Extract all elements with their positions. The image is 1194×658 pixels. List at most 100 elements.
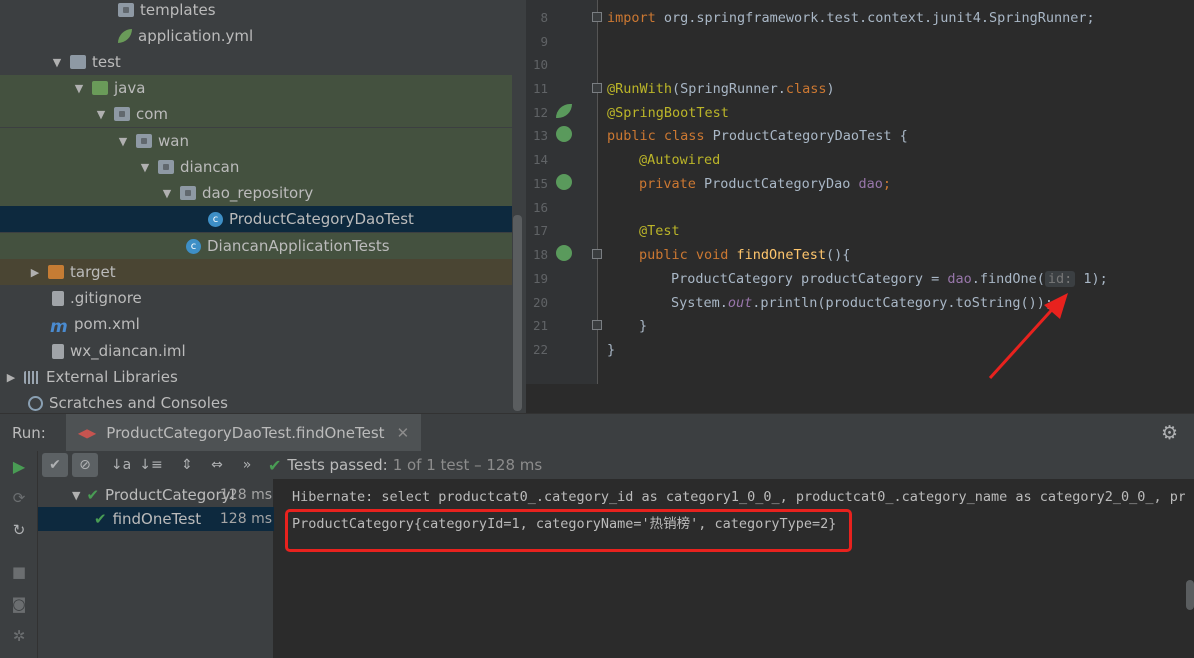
code-token: public class — [607, 128, 705, 144]
expand-arrow-icon[interactable]: ▼ — [94, 108, 108, 121]
project-tree: templates application.yml ▼ test ▼ java ▼ c… — [0, 0, 526, 413]
code-line-8: import org.springframework.test.context.… — [607, 10, 1095, 26]
module-file-icon — [52, 343, 64, 359]
gear-icon[interactable]: ⚙ — [1161, 422, 1178, 444]
collapse-arrow-icon[interactable]: ▶ — [4, 371, 18, 384]
fold-marker-icon[interactable] — [592, 12, 602, 22]
red-annotation-box — [285, 509, 852, 552]
expand-arrow-icon[interactable]: ▼ — [138, 161, 152, 174]
toggle-autotest-icon[interactable]: ↻ — [10, 521, 28, 539]
collapse-all-icon[interactable]: ⇔ — [204, 453, 230, 477]
show-ignored-icon[interactable]: ⊘ — [72, 453, 98, 477]
code-token: dao — [858, 176, 883, 192]
code-line-12: @SpringBootTest — [607, 105, 729, 121]
code-token: (){ — [825, 247, 851, 263]
tree-item-target[interactable]: ▶ target — [0, 259, 512, 285]
line-number: 18 — [532, 247, 548, 262]
test-name: ProductCategoryI — [105, 486, 235, 504]
line-number: 22 — [532, 342, 548, 357]
file-icon — [52, 290, 64, 306]
expand-arrow-icon[interactable]: ▼ — [160, 187, 174, 200]
code-editor[interactable]: 8 9 10 11 12 13 14 15 16 17 18 19 20 21 … — [526, 0, 1194, 413]
sort-duration-icon[interactable]: ↓≡ — [138, 453, 164, 477]
run-tab[interactable]: ◀▶ ProductCategoryDaoTest.findOneTest ✕ — [65, 413, 422, 452]
tree-item-external-libraries[interactable]: ▶ External Libraries — [0, 364, 512, 390]
line-number: 19 — [532, 271, 548, 286]
navigate-bean-icon[interactable] — [556, 174, 572, 190]
test-source-folder-icon — [92, 81, 108, 95]
expand-arrow-icon[interactable]: ▼ — [72, 82, 86, 95]
tree-item-productcategorydaotest[interactable]: c ProductCategoryDaoTest — [0, 206, 512, 232]
test-node-method[interactable]: ✔ findOneTest 128 ms — [38, 507, 274, 531]
check-icon: ✔ — [94, 510, 107, 528]
close-icon[interactable]: ✕ — [397, 424, 410, 442]
run-side-toolbar: ▶ ⟳ ↻ ■ ◙ ✲ — [0, 451, 38, 658]
more-icon[interactable]: » — [234, 453, 260, 477]
console-scrollbar[interactable] — [1186, 580, 1194, 610]
tree-scrollbar[interactable] — [513, 215, 522, 411]
test-config-icon: ◀▶ — [77, 425, 97, 440]
tree-item-gitignore[interactable]: .gitignore — [0, 285, 512, 311]
line-number: 17 — [532, 223, 548, 238]
tree-item-templates[interactable]: templates — [0, 0, 512, 23]
tree-item-diancanapplicationtests[interactable]: c DiancanApplicationTests — [0, 233, 512, 259]
console-line: Hibernate: select productcat0_.category_… — [292, 489, 1185, 505]
tree-item-com[interactable]: ▼ com — [0, 101, 512, 127]
camera-icon[interactable]: ◙ — [10, 595, 28, 613]
test-results-tree: ▼ ✔ ProductCategoryI 128 ms ✔ findOneTes… — [38, 479, 274, 658]
code-token: public void — [639, 247, 729, 263]
fold-marker-icon[interactable] — [592, 320, 602, 330]
package-icon — [180, 186, 196, 200]
collapse-arrow-icon[interactable]: ▶ — [28, 266, 42, 279]
code-token: out — [727, 295, 753, 311]
code-token: } — [639, 318, 648, 334]
package-icon — [114, 107, 130, 121]
java-class-icon: c — [186, 238, 201, 254]
tree-item-wx-diancan-iml[interactable]: wx_diancan.iml — [0, 338, 512, 364]
sort-alpha-icon[interactable]: ↓a — [108, 453, 134, 477]
fold-marker-icon[interactable] — [592, 83, 602, 93]
code-line-19: ProductCategory productCategory = dao.fi… — [607, 271, 1108, 287]
tree-item-diancan[interactable]: ▼ diancan — [0, 154, 512, 180]
test-node-class[interactable]: ▼ ✔ ProductCategoryI 128 ms — [38, 483, 274, 507]
code-token: import — [607, 10, 656, 26]
folder-icon — [118, 3, 134, 17]
line-number: 15 — [532, 176, 548, 191]
check-icon: ✔ — [86, 486, 100, 504]
code-token: dao — [947, 271, 972, 287]
tree-item-java[interactable]: ▼ java — [0, 75, 512, 101]
tree-item-wan[interactable]: ▼ wan — [0, 128, 512, 154]
run-test-class-icon[interactable] — [556, 126, 572, 142]
stop-icon[interactable]: ■ — [10, 563, 28, 581]
check-icon: ✔ — [268, 455, 282, 475]
test-time: 128 ms — [219, 487, 272, 503]
tree-item-dao-repository[interactable]: ▼ dao_repository — [0, 180, 512, 206]
tree-item-pom-xml[interactable]: m pom.xml — [0, 311, 512, 337]
code-token: ProductCategoryDao — [695, 176, 859, 192]
tree-item-test[interactable]: ▼ test — [0, 49, 512, 75]
code-token: @RunWith — [607, 81, 673, 97]
settings-icon[interactable]: ✲ — [10, 627, 28, 645]
rerun-icon[interactable]: ▶ — [10, 457, 28, 476]
code-token: 1 — [1075, 271, 1092, 287]
fold-marker-icon[interactable] — [592, 249, 602, 259]
expand-arrow-icon[interactable]: ▼ — [72, 489, 80, 502]
tree-item-scratches[interactable]: Scratches and Consoles — [0, 390, 512, 413]
line-number: 12 — [532, 105, 548, 120]
code-token: class — [785, 81, 827, 97]
expand-all-icon[interactable]: ⇕ — [174, 453, 200, 477]
maven-icon: m — [50, 317, 68, 337]
line-number: 8 — [540, 10, 548, 25]
console-output[interactable]: Hibernate: select productcat0_.category_… — [275, 479, 1185, 658]
run-test-method-icon[interactable] — [556, 245, 572, 261]
code-token: org.springframework.test.context.junit4.… — [655, 10, 1095, 26]
show-passed-icon[interactable]: ✔ — [42, 453, 68, 477]
line-number: 20 — [532, 295, 548, 310]
rerun-failed-icon[interactable]: ⟳ — [10, 489, 28, 507]
test-time: 128 ms — [219, 511, 272, 527]
code-line-21: } — [607, 318, 647, 334]
tree-item-application-yml[interactable]: application.yml — [0, 23, 512, 49]
expand-arrow-icon[interactable]: ▼ — [50, 56, 64, 69]
expand-arrow-icon[interactable]: ▼ — [116, 135, 130, 148]
status-label: Tests passed: — [287, 456, 388, 474]
